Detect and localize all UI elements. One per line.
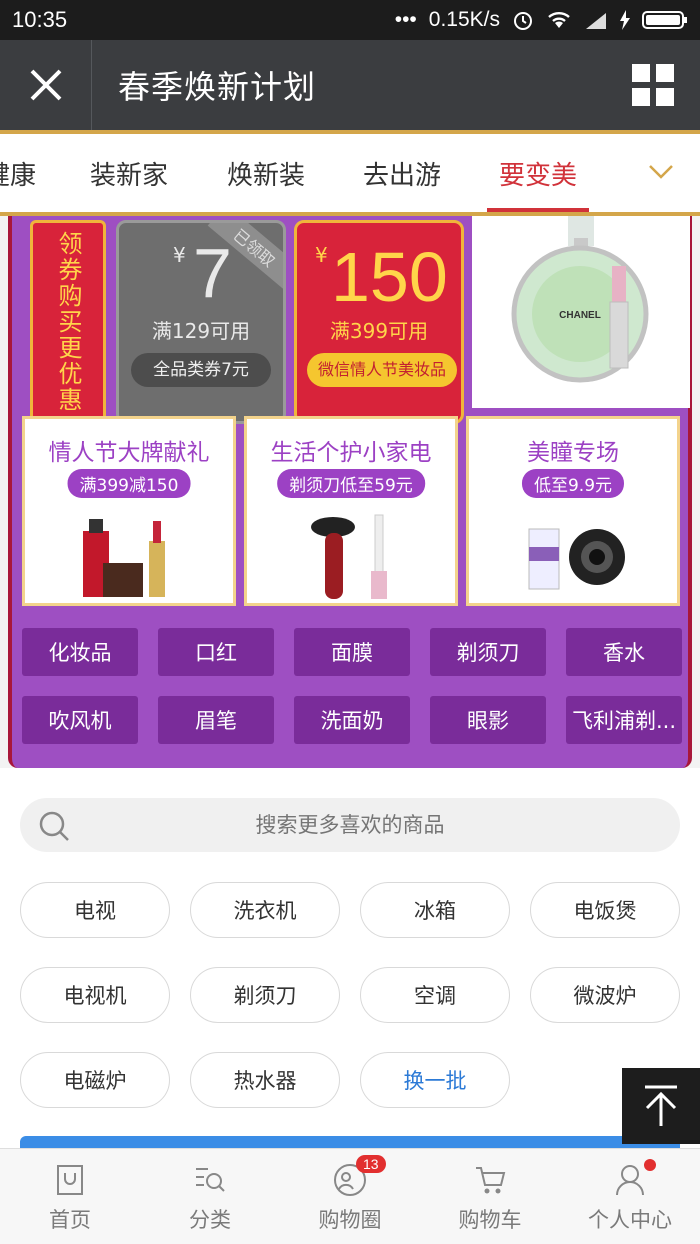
shaver-image [311, 514, 387, 599]
contact-lens-image [528, 528, 625, 590]
tab-new-home[interactable]: 装新家 [90, 134, 168, 212]
battery-icon [642, 10, 688, 30]
promo-card-valentine[interactable]: 情人节大牌献礼 满399减150 [22, 416, 236, 606]
chevron-down-icon[interactable] [646, 156, 676, 186]
keyword-button[interactable]: 飞利浦剃... [566, 696, 682, 744]
keyword-button[interactable]: 化妆品 [22, 628, 138, 676]
keyword-button[interactable]: 吹风机 [22, 696, 138, 744]
hot-word-chip[interactable]: 电饭煲 [530, 882, 680, 938]
nav-cart[interactable]: 购物车 [420, 1149, 560, 1244]
grid-menu-button[interactable] [632, 64, 674, 106]
hot-word-chip[interactable]: 洗衣机 [190, 882, 340, 938]
wifi-icon [546, 10, 572, 30]
tab-new-clothes[interactable]: 焕新装 [227, 134, 305, 212]
notification-badge: 13 [356, 1155, 386, 1173]
search-icon [39, 811, 69, 841]
coupon-label: 领券购买更优惠 [30, 220, 106, 424]
hot-word-chip[interactable]: 电视机 [20, 967, 170, 1023]
person-icon [616, 1164, 644, 1195]
perfume-image: CHANEL [511, 216, 649, 383]
cosmetics-image [83, 519, 165, 597]
coupon-amount: 7 [193, 234, 232, 312]
search-list-icon [196, 1167, 225, 1192]
nav-shopping-circle[interactable]: 13 购物圈 [280, 1149, 420, 1244]
status-bar: 10:35 ••• 0.15K/s [0, 0, 700, 40]
page-title: 春季焕新计划 [118, 68, 317, 106]
status-time: 10:35 [12, 7, 68, 32]
coupon-button[interactable]: 全品类券7元 [131, 353, 271, 387]
card-tag: 低至9.9元 [521, 469, 625, 498]
coupon-currency: ¥ [173, 243, 186, 267]
nav-label: 个人中心 [588, 1207, 672, 1232]
search-bar[interactable] [20, 798, 680, 852]
tab-travel[interactable]: 去出游 [363, 134, 441, 212]
hot-word-chip[interactable]: 剃须刀 [190, 967, 340, 1023]
hot-word-chip[interactable]: 冰箱 [360, 882, 510, 938]
hot-word-chip[interactable]: 热水器 [190, 1052, 340, 1108]
nav-home[interactable]: 首页 [0, 1149, 140, 1244]
keyword-button[interactable]: 洗面奶 [294, 696, 410, 744]
keyword-button[interactable]: 香水 [566, 628, 682, 676]
perfume-product-image[interactable]: CHANEL [472, 216, 690, 408]
coupon-150[interactable]: ¥ 150 满399可用 微信情人节美妆品 [294, 220, 464, 424]
card-tag: 剃须刀低至59元 [277, 469, 425, 498]
hot-word-chip[interactable]: 微波炉 [530, 967, 680, 1023]
coupon-currency: ¥ [315, 243, 328, 267]
keyword-button[interactable]: 口红 [158, 628, 274, 676]
close-icon [30, 69, 61, 101]
coupon-button[interactable]: 微信情人节美妆品 [307, 353, 457, 387]
promo-card-contacts[interactable]: 美瞳专场 低至9.9元 [466, 416, 680, 606]
nav-profile[interactable]: 个人中心 [560, 1149, 700, 1244]
signal-icon [584, 11, 608, 29]
card-title: 生活个护小家电 [270, 440, 432, 466]
blue-banner-edge [20, 1136, 680, 1148]
bag-icon [57, 1164, 83, 1195]
category-tabs: 健康 装新家 焕新装 去出游 要变美 [0, 134, 700, 216]
keyword-button[interactable]: 眼影 [430, 696, 546, 744]
coupon-condition: 满399可用 [329, 319, 429, 343]
keyword-button[interactable]: 剃须刀 [430, 628, 546, 676]
search-input[interactable] [20, 813, 680, 837]
nav-label: 购物车 [458, 1207, 522, 1232]
card-title: 情人节大牌献礼 [48, 440, 210, 466]
promo-card-personal-care[interactable]: 生活个护小家电 剃须刀低至59元 [244, 416, 458, 606]
promo-section: 领券购买更优惠 已领取 ¥ 7 满129可用 全品类券7元 ¥ 150 满399… [8, 216, 692, 768]
coupon-condition: 满129可用 [151, 319, 251, 343]
hot-word-chip[interactable]: 电磁炉 [20, 1052, 170, 1108]
arrow-up-icon [645, 1085, 677, 1126]
title-bar: 春季焕新计划 [0, 40, 700, 134]
network-speed: 0.15K/s [428, 8, 500, 31]
coupon-amount: 150 [331, 238, 448, 316]
nav-label: 首页 [49, 1207, 91, 1232]
hot-word-chip[interactable]: 电视 [20, 882, 170, 938]
grid-icon [632, 64, 650, 82]
status-dots: ••• [394, 8, 417, 31]
alarm-icon [512, 9, 534, 31]
keyword-button[interactable]: 面膜 [294, 628, 410, 676]
charging-icon [620, 10, 630, 30]
product-brand: CHANEL [559, 310, 601, 321]
cart-icon [476, 1166, 506, 1193]
coupon-7[interactable]: 已领取 ¥ 7 满129可用 全品类券7元 [116, 220, 286, 424]
back-to-top-button[interactable] [622, 1068, 700, 1144]
card-title: 美瞳专场 [527, 440, 619, 466]
notification-dot [644, 1159, 656, 1171]
close-button[interactable] [0, 40, 92, 130]
hot-word-chip[interactable]: 空调 [360, 967, 510, 1023]
tab-beauty[interactable]: 要变美 [486, 134, 590, 212]
status-icons: ••• 0.15K/s [395, 8, 688, 32]
tab-health[interactable]: 健康 [0, 134, 36, 212]
card-tag: 满399减150 [67, 469, 191, 498]
bottom-nav: 首页 分类 13 购物圈 购物车 个人中心 [0, 1148, 700, 1244]
nav-label: 购物圈 [318, 1207, 382, 1232]
nav-label: 分类 [189, 1207, 231, 1232]
refresh-button[interactable]: 换一批 [360, 1052, 510, 1108]
nav-category[interactable]: 分类 [140, 1149, 280, 1244]
search-section: 电视 洗衣机 冰箱 电饭煲 电视机 剃须刀 空调 微波炉 电磁炉 热水器 换一批 [0, 768, 700, 1148]
coupon-label-text: 领券购买更优惠 [54, 231, 82, 413]
keyword-button[interactable]: 眉笔 [158, 696, 274, 744]
